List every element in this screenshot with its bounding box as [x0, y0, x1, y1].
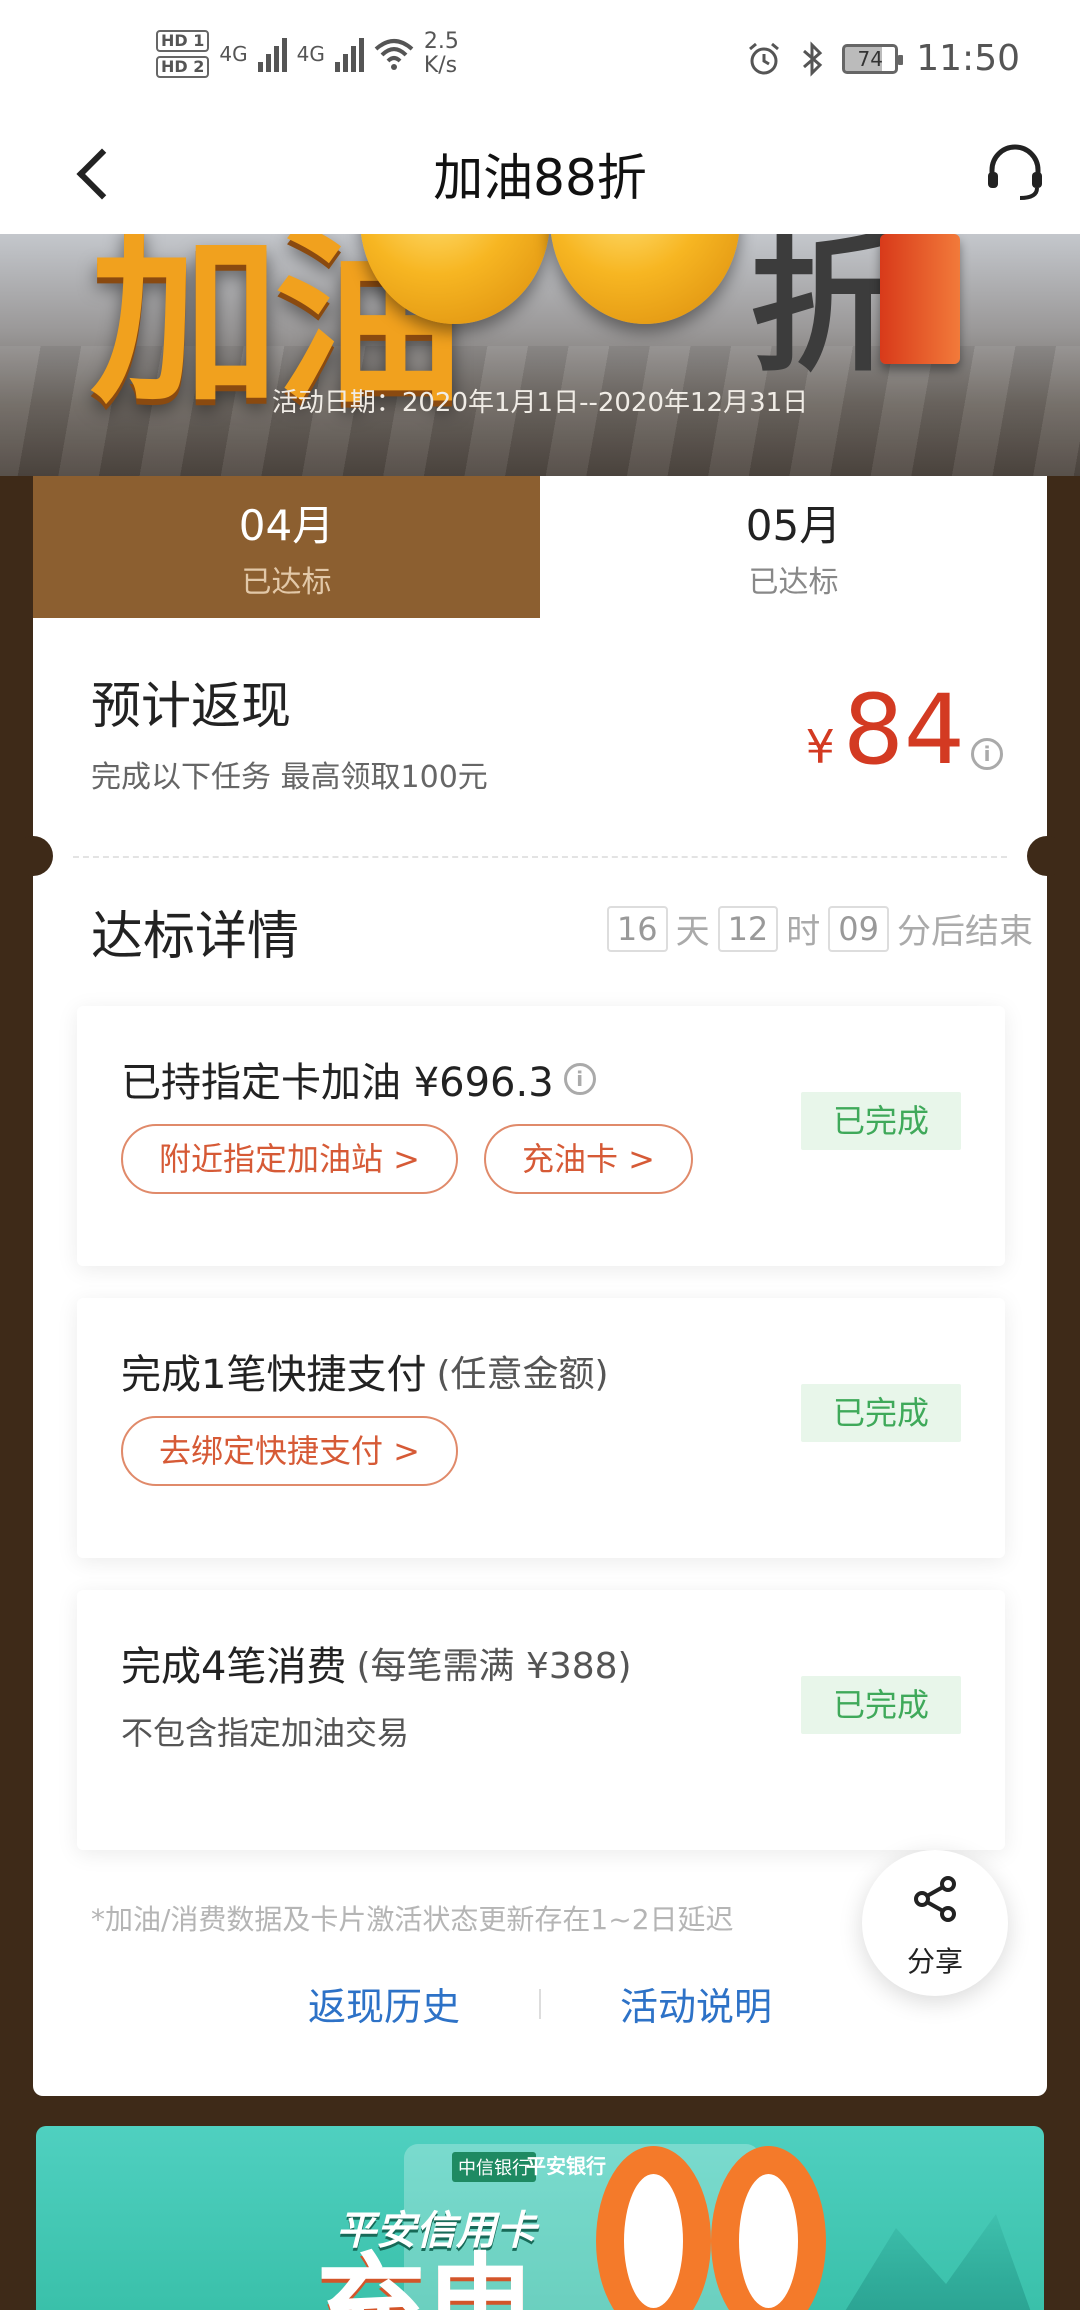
main-card: 04月 已达标 05月 已达标 预计返现 完成以下任务 最高领取100元 ¥ 8… — [13, 476, 1067, 2096]
clock: 11:50 — [916, 38, 1020, 79]
banner-88-graphic — [360, 234, 750, 354]
task-card: 已持指定卡加油 ¥696.3 i 附近指定加油站 > 充油卡 > 已完成 — [77, 1006, 1005, 1266]
tab-may-month: 05月 — [745, 501, 842, 550]
sim-indicators: HD 1 HD 2 — [156, 30, 210, 78]
ticket-notch-right — [1027, 836, 1067, 876]
status-badge: 已完成 — [801, 1092, 961, 1150]
fuel-card-button[interactable]: 充油卡 > — [484, 1124, 693, 1194]
details-title: 达标详情 — [91, 907, 300, 967]
promo-banner: 加油 折 活动日期：2020年1月1日--2020年12月31日 — [0, 234, 1080, 476]
task-title: 完成1笔快捷支付 (任意金额) — [121, 1342, 609, 1400]
ad-88-graphic — [596, 2146, 826, 2310]
signal2-icon — [334, 36, 364, 72]
cashback-info-icon[interactable]: i — [971, 738, 1003, 770]
status-left: HD 1 HD 2 4G 4G 2.5 K/s — [156, 30, 459, 78]
network-speed: 2.5 K/s — [424, 30, 459, 78]
sim1-label: HD 1 — [156, 30, 210, 52]
countdown-days: 16 — [606, 905, 668, 952]
bluetooth-icon — [803, 40, 823, 77]
battery-icon: 74 — [842, 43, 904, 74]
fuel-pump-graphic — [880, 234, 960, 364]
task-note: (每笔需满 ¥388) — [356, 1646, 632, 1687]
countdown-hours: 12 — [717, 905, 779, 952]
task-title-text: 完成4笔消费 — [121, 1644, 347, 1690]
ad-logo-b: 平安银行 — [526, 2154, 606, 2178]
share-button[interactable]: 分享 — [862, 1850, 1008, 1996]
wifi-icon — [374, 39, 414, 70]
activity-date: 活动日期：2020年1月1日--2020年12月31日 — [271, 388, 809, 418]
nearby-station-button[interactable]: 附近指定加油站 > — [121, 1124, 458, 1194]
page-title: 加油88折 — [433, 149, 647, 207]
battery-level: 74 — [857, 46, 883, 71]
currency-symbol: ¥ — [805, 720, 835, 774]
task-title-text: 已持指定卡加油 ¥696.3 — [121, 1060, 554, 1106]
tab-may[interactable]: 05月 已达标 — [540, 476, 1047, 618]
task-title-text: 完成1笔快捷支付 — [121, 1352, 427, 1398]
share-label: 分享 — [906, 1945, 963, 1978]
cashback-history-link[interactable]: 返现历史 — [229, 1976, 539, 2031]
estimated-cashback-subtitle: 完成以下任务 最高领取100元 — [91, 760, 488, 795]
alarm-icon — [749, 42, 780, 74]
countdown-hour-unit: 时 — [786, 912, 821, 952]
task-note: (任意金额) — [436, 1354, 609, 1395]
status-badge: 已完成 — [801, 1676, 961, 1734]
network1-label: 4G — [219, 42, 248, 66]
task-title: 完成4笔消费 (每笔需满 ¥388) — [121, 1634, 632, 1692]
sim2-label: HD 2 — [156, 56, 210, 78]
countdown-minutes: 09 — [828, 905, 889, 952]
ad-big-text: 充电 — [316, 2242, 536, 2310]
title-bar: 加油88折 — [0, 118, 1080, 234]
status-right: 74 11:50 — [746, 38, 1020, 79]
ad-landscape-graphic — [836, 2214, 1036, 2310]
banner-headline-right: 折 — [750, 234, 901, 393]
estimated-cashback-title: 预计返现 — [91, 677, 291, 735]
task-title: 已持指定卡加油 ¥696.3 i — [121, 1050, 596, 1108]
task-info-icon[interactable]: i — [563, 1063, 596, 1095]
tab-april-status: 已达标 — [241, 565, 332, 600]
countdown-day-unit: 天 — [675, 912, 710, 952]
tab-april-month: 04月 — [238, 501, 335, 550]
customer-service-button[interactable] — [980, 138, 1050, 208]
status-bar: HD 1 HD 2 4G 4G 2.5 K/s 74 11:50 — [0, 0, 1080, 118]
task-subtitle: 不包含指定加油交易 — [121, 1714, 410, 1752]
ticket-notch-left — [13, 836, 53, 876]
task-card: 完成4笔消费 (每笔需满 ¥388) 不包含指定加油交易 已完成 — [77, 1590, 1005, 1850]
tab-may-status: 已达标 — [748, 565, 839, 600]
network2-label: 4G — [296, 42, 325, 66]
status-badge: 已完成 — [801, 1384, 961, 1442]
tab-april[interactable]: 04月 已达标 — [33, 476, 540, 618]
activity-rules-link[interactable]: 活动说明 — [541, 1976, 851, 2031]
countdown: 16 天 12 时 09 分后结束 — [606, 904, 1033, 953]
estimated-cashback-amount: ¥ 84 — [806, 680, 965, 780]
task-actions: 附近指定加油站 > 充油卡 > — [121, 1124, 693, 1194]
ad-logo-a: 中信银行 — [452, 2152, 536, 2182]
speed-unit: K/s — [423, 53, 458, 78]
dashed-divider — [73, 856, 1007, 858]
speed-value: 2.5 — [423, 29, 459, 54]
data-delay-footnote: *加油/消费数据及卡片激活状态更新存在1~2日延迟 — [91, 1903, 734, 1936]
share-icon — [914, 1876, 956, 1922]
countdown-end-text: 分后结束 — [897, 912, 1033, 952]
signal1-icon — [257, 36, 287, 72]
task-card: 完成1笔快捷支付 (任意金额) 去绑定快捷支付 > 已完成 — [77, 1298, 1005, 1558]
task-actions: 去绑定快捷支付 > — [121, 1416, 458, 1486]
headset-icon — [988, 144, 1042, 200]
ad-banner[interactable]: 中信银行 平安银行 平安信用卡 充电 — [36, 2126, 1044, 2310]
bind-quick-pay-button[interactable]: 去绑定快捷支付 > — [121, 1416, 458, 1486]
cashback-value: 84 — [842, 674, 965, 786]
